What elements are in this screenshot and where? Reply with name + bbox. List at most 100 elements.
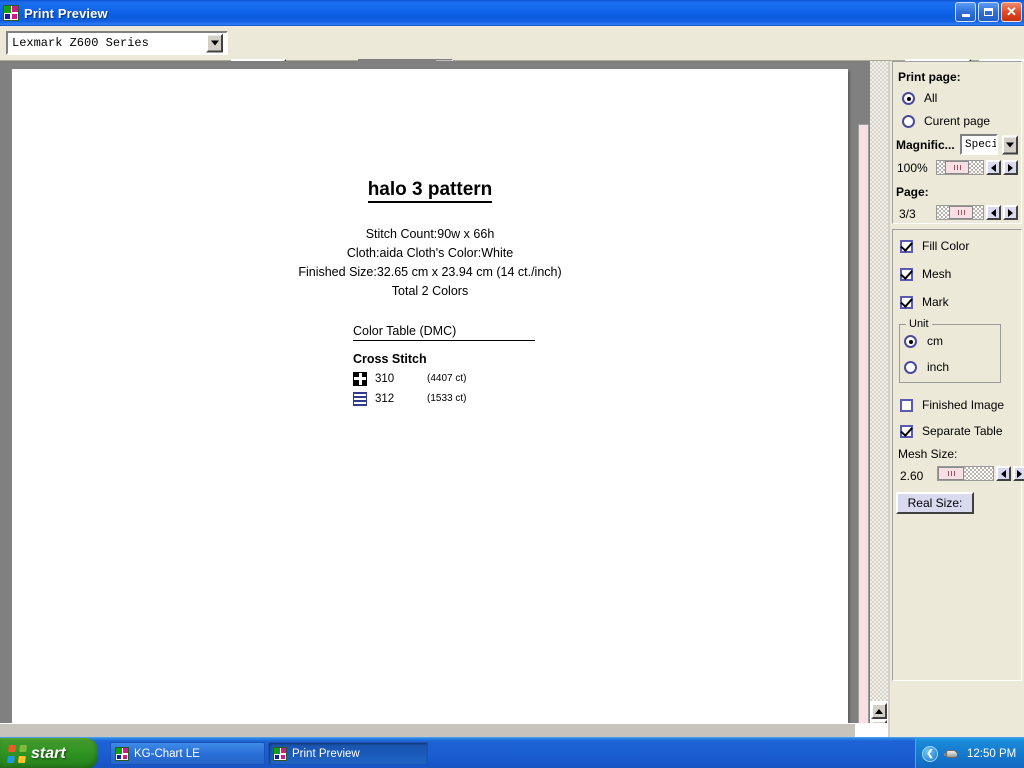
- printer-select[interactable]: Lexmark Z600 Series: [6, 31, 228, 55]
- cloth-line: Cloth:aida Cloth's Color:White: [346, 246, 514, 260]
- mesh-size-slider[interactable]: [937, 466, 994, 481]
- magnification-label: Magnific...: [896, 138, 955, 152]
- caret-left-icon: [1001, 469, 1006, 478]
- scrollbar-track[interactable]: [0, 724, 855, 738]
- page-slider-thumb[interactable]: [949, 206, 973, 219]
- zoom-slider[interactable]: [936, 160, 984, 175]
- chevron-down-icon: [210, 40, 219, 46]
- magnification-select-arrow[interactable]: [1002, 135, 1018, 155]
- taskbar: start KG-Chart LE Print Preview ❮ 12:50 …: [0, 737, 1024, 768]
- minimize-icon: [961, 14, 970, 17]
- stitch-count-line: Stitch Count:90w x 66h: [365, 227, 495, 241]
- preview-vertical-scrollbar[interactable]: [870, 61, 888, 737]
- preview-page: halo 3 pattern Stitch Count:90w x 66h Cl…: [12, 69, 848, 727]
- system-tray: ❮ 12:50 PM: [915, 738, 1024, 768]
- taskbar-item-kg-chart[interactable]: KG-Chart LE: [110, 742, 265, 765]
- checkbox-mark[interactable]: [900, 296, 913, 309]
- start-button-label: start: [31, 744, 66, 762]
- page-previous-button[interactable]: [986, 205, 1001, 220]
- finished-size-line: Finished Size:32.65 cm x 23.94 cm (14 ct…: [298, 265, 562, 279]
- mesh-size-label: Mesh Size:: [898, 447, 958, 461]
- checkbox-separate-table-label: Separate Table: [922, 424, 1003, 438]
- cross-stitch-heading: Cross Stitch: [353, 352, 427, 366]
- checkbox-separate-table[interactable]: [900, 425, 913, 438]
- caret-left-icon: [991, 208, 996, 217]
- print-preview-area[interactable]: halo 3 pattern Stitch Count:90w x 66h Cl…: [0, 61, 888, 768]
- checkbox-fill-color[interactable]: [900, 240, 913, 253]
- window-title: Print Preview: [24, 5, 108, 21]
- real-size-button[interactable]: Real Size:: [896, 492, 974, 514]
- minimize-button[interactable]: [955, 2, 976, 22]
- taskbar-item-print-preview[interactable]: Print Preview: [268, 742, 428, 765]
- zoom-value: 100%: [897, 161, 928, 175]
- radio-unit-inch[interactable]: [904, 361, 917, 374]
- table-row: 310 (4407 ct): [353, 371, 543, 386]
- mesh-size-slider-thumb[interactable]: [938, 467, 964, 480]
- pattern-title-text: halo 3 pattern: [367, 179, 493, 203]
- color-swatch-bars-icon: [353, 391, 367, 406]
- total-colors-line: Total 2 Colors: [391, 284, 469, 298]
- zoom-slider-thumb[interactable]: [945, 161, 969, 174]
- toolbar: Lexmark Z600 Series Setup Paper: Letter-…: [0, 26, 1024, 81]
- checkbox-finished-image[interactable]: [900, 399, 913, 412]
- kg-chart-icon: [273, 746, 287, 761]
- maximize-icon: [984, 8, 993, 16]
- page-edge-marker: [858, 124, 869, 768]
- magnification-value: Speci: [965, 138, 998, 151]
- checkbox-finished-image-label: Finished Image: [922, 398, 1005, 412]
- checkbox-mark-label: Mark: [922, 295, 949, 309]
- tray-status-icon[interactable]: [944, 747, 960, 761]
- radio-current-page[interactable]: [902, 115, 915, 128]
- options-panel: Print page: All Curent page Magnific... …: [890, 61, 1024, 737]
- radio-current-page-label: Curent page: [924, 114, 991, 128]
- scrollbar-track[interactable]: [870, 61, 888, 701]
- tray-expand-icon[interactable]: ❮: [922, 745, 938, 762]
- mesh-size-decrease-button[interactable]: [996, 466, 1011, 481]
- close-button[interactable]: ✕: [1001, 2, 1022, 22]
- color-count: (1533 ct): [427, 393, 467, 404]
- taskbar-item-label: Print Preview: [292, 747, 360, 760]
- color-code: 310: [375, 372, 395, 385]
- windows-flag-icon: [7, 744, 27, 763]
- radio-unit-inch-label: inch: [927, 360, 950, 374]
- unit-fieldset: Unit: [899, 318, 1001, 383]
- radio-unit-cm[interactable]: [904, 335, 917, 348]
- magnification-select[interactable]: Speci: [960, 134, 998, 155]
- color-count: (4407 ct): [427, 373, 467, 384]
- zoom-increase-button[interactable]: [1003, 160, 1018, 175]
- maximize-button[interactable]: [978, 2, 999, 22]
- caret-right-icon: [1017, 469, 1022, 478]
- radio-all[interactable]: [902, 92, 915, 105]
- color-code: 312: [375, 392, 395, 405]
- zoom-decrease-button[interactable]: [986, 160, 1001, 175]
- page-value: 3/3: [899, 207, 916, 221]
- chevron-down-icon: [1006, 142, 1014, 148]
- page-label: Page:: [896, 185, 929, 199]
- close-icon: ✕: [1006, 4, 1017, 19]
- unit-legend: Unit: [906, 318, 932, 330]
- color-table-heading: Color Table (DMC): [353, 324, 535, 341]
- radio-all-label: All: [924, 91, 938, 105]
- kg-chart-icon: [3, 5, 19, 21]
- checkbox-mesh-label: Mesh: [922, 267, 952, 281]
- preview-horizontal-scrollbar[interactable]: [0, 723, 888, 738]
- printer-select-value: Lexmark Z600 Series: [12, 36, 149, 50]
- checkbox-mesh[interactable]: [900, 268, 913, 281]
- mesh-size-value: 2.60: [900, 469, 924, 483]
- window-controls: ✕: [955, 2, 1022, 22]
- print-page-label: Print page:: [898, 70, 961, 84]
- application-window: Print Preview ✕ Lexmark Z600 Series Setu…: [0, 0, 1024, 768]
- color-swatch-plus-icon: [353, 371, 367, 386]
- table-row: 312 (1533 ct): [353, 391, 543, 406]
- checkbox-fill-color-label: Fill Color: [922, 239, 970, 253]
- radio-unit-cm-label: cm: [927, 334, 943, 348]
- page-next-button[interactable]: [1003, 205, 1018, 220]
- clock[interactable]: 12:50 PM: [967, 748, 1016, 760]
- mesh-size-increase-button[interactable]: [1013, 466, 1024, 481]
- printer-select-arrow[interactable]: [206, 33, 223, 53]
- caret-right-icon: [1008, 208, 1013, 217]
- start-button[interactable]: start: [0, 738, 98, 768]
- chevron-up-icon: [875, 708, 883, 714]
- scroll-up-button[interactable]: [871, 703, 887, 719]
- page-slider[interactable]: [936, 205, 984, 220]
